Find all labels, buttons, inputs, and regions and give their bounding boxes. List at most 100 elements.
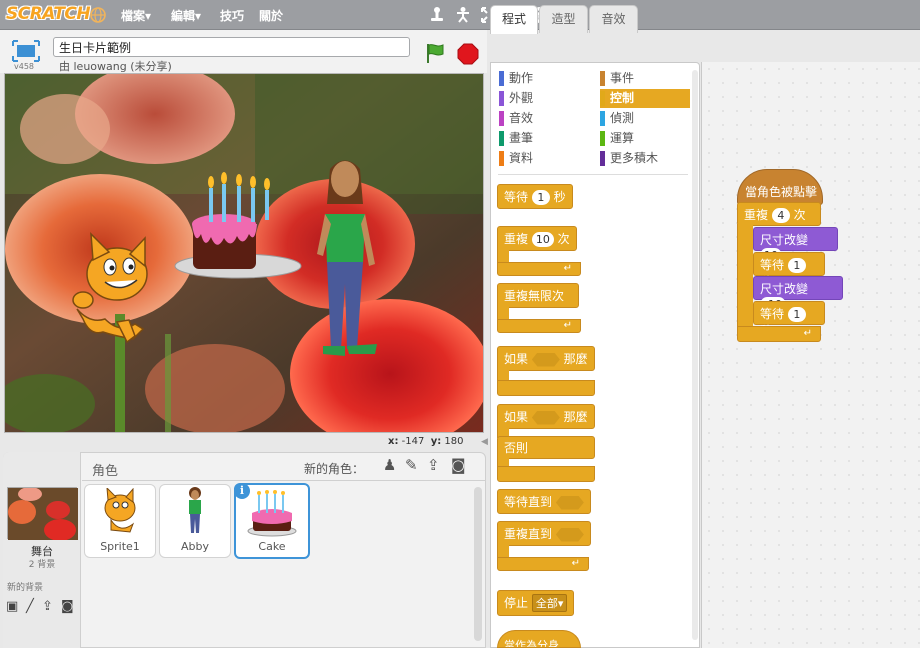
tab-costumes[interactable]: 造型 — [539, 5, 588, 33]
block-foot — [497, 380, 595, 396]
category-sound[interactable]: 音效 — [499, 109, 587, 128]
category-control[interactable]: 控制 — [600, 89, 690, 108]
cut-icon[interactable] — [454, 6, 472, 24]
sprite-library-icon[interactable]: ♟ — [383, 456, 396, 474]
block-text: 停止 — [504, 596, 529, 610]
block-text: 否則 — [497, 436, 595, 459]
script-size-down-block[interactable]: 尺寸改變 -10 — [753, 276, 843, 312]
block-text: 如果 — [504, 352, 529, 366]
block-if[interactable]: 如果 那麼 — [497, 346, 595, 398]
block-text: 重複 — [744, 208, 769, 222]
sprite-thumb-abby[interactable]: Abby — [159, 484, 231, 558]
backdrop-camera-icon[interactable]: ◙ — [61, 599, 74, 614]
tab-sounds[interactable]: 音效 — [589, 5, 638, 33]
block-text: 如果 — [504, 410, 529, 424]
stage-thumbnail[interactable] — [7, 487, 78, 541]
collapse-arrow-icon[interactable]: ◀ — [481, 437, 490, 451]
category-operators[interactable]: 運算 — [600, 129, 690, 148]
category-looks[interactable]: 外觀 — [499, 89, 587, 108]
menu-file[interactable]: 檔案▾ — [121, 7, 151, 24]
x-label: x: — [388, 436, 399, 447]
new-sprite-label: 新的角色： — [304, 462, 365, 476]
block-text: 次 — [557, 232, 570, 246]
category-data[interactable]: 資料 — [499, 149, 587, 168]
x-value: -147 — [401, 436, 425, 447]
block-if-else[interactable]: 如果 那麼 否則 — [497, 404, 595, 482]
stop-icon[interactable] — [457, 43, 479, 65]
version-label: v458 — [14, 62, 35, 71]
category-more-blocks[interactable]: 更多積木 — [600, 149, 690, 168]
duplicate-icon[interactable] — [428, 6, 446, 24]
block-wait-until[interactable]: 等待直到 — [497, 489, 591, 514]
menu-edit[interactable]: 編輯▾ — [171, 7, 201, 24]
project-title-input[interactable]: 生日卡片範例 — [53, 37, 410, 57]
backdrop-upload-icon[interactable]: ⇪ — [42, 599, 53, 614]
condition-slot[interactable] — [555, 527, 584, 542]
loop-arrow-icon: ↵ — [497, 319, 581, 333]
backdrop-count: 2 背景 — [28, 560, 56, 570]
category-label: 偵測 — [610, 111, 635, 125]
info-icon[interactable]: i — [234, 483, 250, 499]
block-stop[interactable]: 停止 全部▾ — [497, 590, 575, 616]
loop-arrow-icon: ↵ — [497, 557, 589, 571]
sprite-scrollbar[interactable] — [474, 487, 482, 641]
category-sensing[interactable]: 偵測 — [600, 109, 690, 128]
script-wait-block[interactable]: 等待 1 秒 — [753, 301, 825, 338]
presentation-mode-icon[interactable] — [12, 40, 40, 62]
divider — [82, 480, 486, 481]
category-label: 事件 — [610, 71, 635, 85]
block-text: 重複直到 — [504, 527, 553, 541]
tab-scripts[interactable]: 程式 — [490, 5, 538, 34]
block-repeat-until[interactable]: 重複直到 ↵ — [497, 521, 591, 573]
backdrop-paint-icon[interactable]: ╱ — [26, 599, 34, 614]
sprite-thumb-sprite1[interactable]: Sprite1 — [84, 484, 156, 558]
script-wait-block[interactable]: 等待 1 秒 — [753, 252, 825, 289]
sprite-paint-icon[interactable]: ✎ — [405, 456, 418, 474]
sprite-name: Sprite1 — [100, 540, 140, 553]
block-input[interactable]: 1 — [787, 258, 806, 273]
sprite-camera-icon[interactable]: ◙ — [451, 456, 466, 474]
block-input[interactable]: 1 — [787, 307, 806, 322]
script-hat-block[interactable]: 當角色被點擊 — [737, 169, 823, 205]
block-text: 等待直到 — [504, 495, 553, 509]
category-pen[interactable]: 畫筆 — [499, 129, 587, 148]
condition-slot[interactable] — [555, 495, 584, 510]
block-wait[interactable]: 等待 1 秒 — [497, 184, 573, 209]
category-motion[interactable]: 動作 — [499, 69, 587, 88]
stop-dropdown[interactable]: 全部▾ — [531, 594, 568, 612]
category-label: 音效 — [509, 111, 534, 125]
category-events[interactable]: 事件 — [600, 69, 690, 88]
new-backdrop-label: 新的背景 — [7, 583, 44, 593]
stage-canvas[interactable] — [4, 73, 484, 433]
globe-icon[interactable] — [89, 6, 107, 24]
condition-slot[interactable] — [531, 410, 560, 425]
script-area[interactable] — [701, 62, 920, 648]
category-label: 外觀 — [509, 91, 534, 105]
block-if-head: 如果 那麼 — [497, 346, 595, 371]
condition-slot[interactable] — [531, 352, 560, 367]
menu-tips[interactable]: 技巧 — [220, 7, 244, 24]
block-repeat[interactable]: 重複 10 次 ↵ — [497, 226, 581, 278]
category-label: 資料 — [509, 151, 534, 165]
block-clone-hat[interactable]: 當作為分身 — [497, 630, 581, 648]
menu-about[interactable]: 關於 — [259, 7, 283, 24]
block-input[interactable]: 1 — [531, 190, 550, 205]
palette-scrollbar[interactable] — [692, 70, 698, 640]
scratch-logo[interactable]: SCRATCH — [6, 4, 91, 26]
sprites-header: 角色 — [92, 464, 119, 479]
block-text: 當作為分身 — [504, 639, 559, 648]
sprite-upload-icon[interactable]: ⇪ — [427, 456, 440, 474]
block-text: 等待 — [760, 258, 785, 272]
loop-arrow-icon: ↵ — [737, 326, 821, 342]
block-forever[interactable]: 重複無限次 ↵ — [497, 283, 581, 335]
block-text: 那麼 — [563, 352, 588, 366]
block-if-head: 如果 那麼 — [497, 404, 595, 429]
script-repeat-block[interactable]: 重複 4 次 — [737, 202, 821, 226]
green-flag-icon[interactable] — [424, 42, 446, 64]
block-input[interactable]: 10 — [531, 232, 554, 247]
block-input[interactable]: 4 — [771, 208, 790, 223]
y-value: 180 — [444, 436, 464, 447]
script-size-up-block[interactable]: 尺寸改變 10 — [753, 227, 838, 263]
block-repeat-until-head: 重複直到 — [497, 521, 591, 546]
backdrop-library-icon[interactable]: ▣ — [6, 599, 18, 614]
